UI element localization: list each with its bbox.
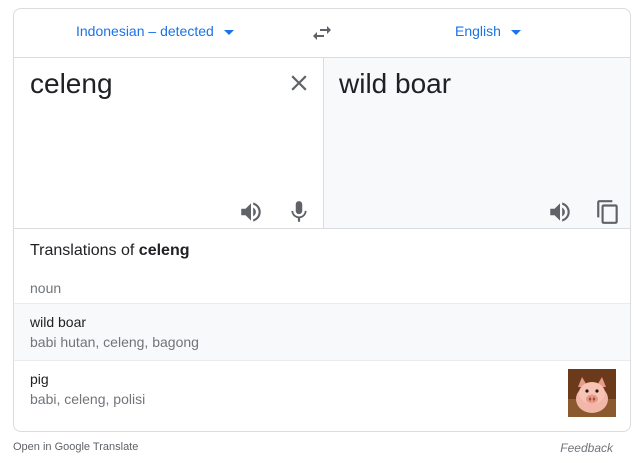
translations-heading: Translations of celeng: [30, 242, 189, 260]
translation-entry[interactable]: pig babi, celeng, polisi: [14, 360, 630, 429]
translation-entry[interactable]: wild boar babi hutan, celeng, bagong: [14, 303, 630, 360]
speaker-icon[interactable]: [547, 199, 573, 225]
heading-prefix: Translations of: [30, 242, 139, 259]
target-language-label: English: [455, 23, 501, 39]
heading-word: celeng: [138, 242, 190, 259]
pig-thumbnail-image[interactable]: [568, 369, 616, 417]
target-language-selector[interactable]: English: [455, 23, 521, 39]
source-language-selector[interactable]: Indonesian – detected: [76, 23, 234, 39]
copy-icon[interactable]: [595, 199, 621, 225]
close-icon[interactable]: [286, 70, 312, 96]
source-language-label: Indonesian – detected: [76, 23, 214, 39]
entry-synonyms: babi, celeng, polisi: [30, 391, 146, 407]
entry-word: pig: [30, 371, 49, 387]
divider: [14, 228, 630, 229]
source-text[interactable]: celeng: [30, 68, 113, 100]
swap-arrows-icon[interactable]: [310, 21, 334, 45]
open-in-google-translate-link[interactable]: Open in Google Translate: [13, 441, 138, 453]
feedback-link[interactable]: Feedback: [560, 441, 613, 455]
translated-text: wild boar: [339, 68, 452, 99]
entry-synonyms: babi hutan, celeng, bagong: [30, 334, 199, 350]
entry-word: wild boar: [30, 314, 87, 330]
target-pane: wild boar: [324, 58, 630, 228]
language-bar: Indonesian – detected English: [14, 9, 630, 58]
speaker-icon[interactable]: [238, 199, 264, 225]
chevron-down-icon: [510, 29, 521, 35]
source-pane[interactable]: celeng: [14, 58, 324, 228]
chevron-down-icon: [223, 29, 234, 35]
translate-card: Indonesian – detected English celeng wil…: [13, 8, 631, 432]
microphone-icon[interactable]: [286, 199, 312, 225]
part-of-speech-label: noun: [30, 280, 62, 296]
